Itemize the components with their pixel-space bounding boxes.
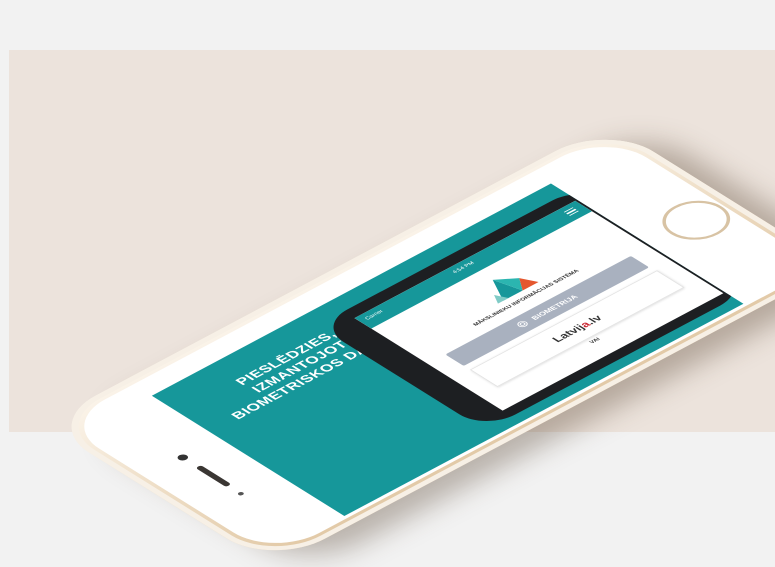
product-photo: PIESLĒDZIES, IZMANTOJOT BIOMETRISKOS DAT… xyxy=(0,0,775,567)
front-camera-icon xyxy=(175,453,191,462)
background-top xyxy=(0,0,775,50)
hamburger-icon[interactable] xyxy=(563,207,579,216)
proximity-sensor xyxy=(236,491,245,497)
status-time: 4:54 PM xyxy=(451,261,477,275)
earpiece-speaker xyxy=(195,465,232,488)
carrier-label: Carrier xyxy=(364,309,386,321)
fingerprint-icon xyxy=(517,320,529,327)
